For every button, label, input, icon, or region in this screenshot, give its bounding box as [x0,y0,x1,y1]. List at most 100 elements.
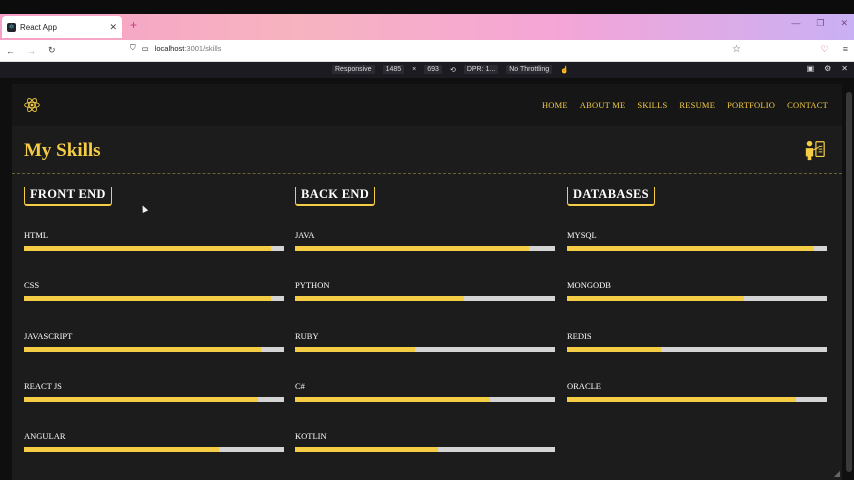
skill-progress-bar [24,397,284,402]
skill-progress-fill [24,347,261,352]
skill-column: BACK END JAVA PYTHON RUBY C# KOTLIN [295,185,555,452]
throttling-select[interactable]: No Throttling [506,65,553,74]
settings-gear-icon[interactable]: ⚙ [824,64,831,73]
skill-item: JAVASCRIPT [24,331,284,352]
rotate-icon[interactable]: ⟲ [450,66,456,74]
bookmark-star-icon[interactable]: ☆ [732,44,741,55]
skill-item: HTML [24,230,284,251]
skill-progress-bar [295,447,555,452]
skill-progress-fill [295,397,490,402]
skill-item: KOTLIN [295,431,555,452]
skill-name: KOTLIN [295,431,327,441]
skill-name: HTML [24,230,49,240]
skill-progress-fill [567,296,744,301]
page-title-bar: My Skills [12,126,842,174]
skill-progress-fill [24,447,219,452]
skill-item: ANGULAR [24,431,284,452]
skill-progress-bar [295,397,555,402]
skill-progress-fill [567,347,661,352]
skill-progress-fill [295,347,415,352]
skill-name: ORACLE [567,381,601,391]
skill-name: REDIS [567,331,592,341]
scrollbar-thumb[interactable] [846,92,852,472]
skill-name: C# [295,381,305,391]
skill-name: JAVASCRIPT [24,331,73,341]
skill-progress-bar [295,246,555,251]
reload-icon[interactable]: ↻ [48,45,56,56]
nav-contact[interactable]: CONTACT [787,100,828,110]
skill-progress-fill [24,296,271,301]
skill-item: ORACLE [567,381,827,402]
skill-progress-fill [24,246,271,251]
address-bar[interactable]: ⛉ ▭ localhost:3001/skills [130,43,221,53]
nav-about-me[interactable]: ABOUT ME [580,100,626,110]
restore-icon[interactable]: ❐ [816,18,824,29]
skill-item: REDIS [567,331,827,352]
nav-resume[interactable]: RESUME [679,100,715,110]
responsive-design-toolbar: Responsive 1485 × 693 ⟲ DPR: 1... No Thr… [0,62,854,78]
page-info-icon[interactable]: ▭ [142,44,149,53]
skill-name: MONGODB [567,280,611,290]
skill-name: ANGULAR [24,431,66,441]
new-tab-button[interactable]: + [130,18,137,32]
skill-progress-bar [567,347,827,352]
skill-column: DATABASES MYSQL MONGODB REDIS ORACLE [567,185,827,402]
device-select[interactable]: Responsive [332,65,375,74]
viewport-width-input[interactable]: 1485 [382,65,405,74]
browser-tab[interactable]: ⚛ React App ✕ [2,16,122,38]
nav-portfolio[interactable]: PORTFOLIO [727,100,775,110]
skill-progress-bar [24,296,284,301]
skill-name: REACT JS [24,381,62,391]
page-title: My Skills [24,140,101,161]
skill-item: MONGODB [567,280,827,301]
dimension-separator: × [412,66,417,73]
menu-hamburger-icon[interactable]: ≡ [843,44,848,55]
forward-icon[interactable]: → [27,46,36,56]
skill-item: PYTHON [295,280,555,301]
skill-progress-bar [24,347,284,352]
shield-icon[interactable]: ⛉ [130,43,136,53]
close-rdm-icon[interactable]: ✕ [841,64,848,73]
skill-progress-bar [567,296,827,301]
skill-progress-fill [567,397,796,402]
page-viewport: HOME ABOUT ME SKILLS RESUME PORTFOLIO CO… [0,78,854,480]
nav-skills[interactable]: SKILLS [637,100,667,110]
react-logo-icon[interactable] [24,97,40,113]
skill-item: CSS [24,280,284,301]
skill-name: RUBY [295,331,319,341]
minimize-icon[interactable]: — [791,18,800,29]
site-header: HOME ABOUT ME SKILLS RESUME PORTFOLIO CO… [12,84,842,126]
skill-progress-bar [295,347,555,352]
skill-item: JAVA [295,230,555,251]
skill-progress-fill [295,296,464,301]
column-title: FRONT END [24,187,112,206]
skill-progress-bar [24,447,284,452]
tab-strip: ⚛ React App ✕ + — ❐ ✕ [0,14,854,40]
skill-item: MYSQL [567,230,827,251]
skill-name: MYSQL [567,230,597,240]
react-favicon-icon: ⚛ [7,22,16,32]
skill-item: C# [295,381,555,402]
skill-column: FRONT END HTML CSS JAVASCRIPT REACT JS ANGULA… [24,185,284,452]
back-icon[interactable]: ← [6,46,15,56]
skill-name: CSS [24,280,40,290]
skill-name: JAVA [295,230,315,240]
screenshot-icon[interactable]: ▣ [807,64,815,73]
viewport-height-input[interactable]: 693 [424,65,442,74]
pocket-icon[interactable]: ♡ [821,44,829,55]
dpr-select[interactable]: DPR: 1... [463,65,499,74]
close-window-icon[interactable]: ✕ [840,18,848,29]
skill-progress-fill [567,246,814,251]
tab-title: React App [20,22,57,32]
skill-progress-fill [24,397,258,402]
nav-home[interactable]: HOME [542,100,568,110]
browser-toolbar: ← → ↻ ⛉ ▭ localhost:3001/skills ☆ ♡ ≡ [0,40,854,62]
skill-item: REACT JS [24,381,284,402]
touch-simulation-icon[interactable]: ☝ [560,66,569,74]
resize-grip-icon[interactable]: ◢ [834,469,840,478]
vertical-scrollbar[interactable] [844,84,854,474]
skill-progress-fill [295,246,529,251]
skill-progress-bar [567,246,827,251]
close-tab-icon[interactable]: ✕ [109,22,117,33]
url-host: localhost [154,43,185,53]
